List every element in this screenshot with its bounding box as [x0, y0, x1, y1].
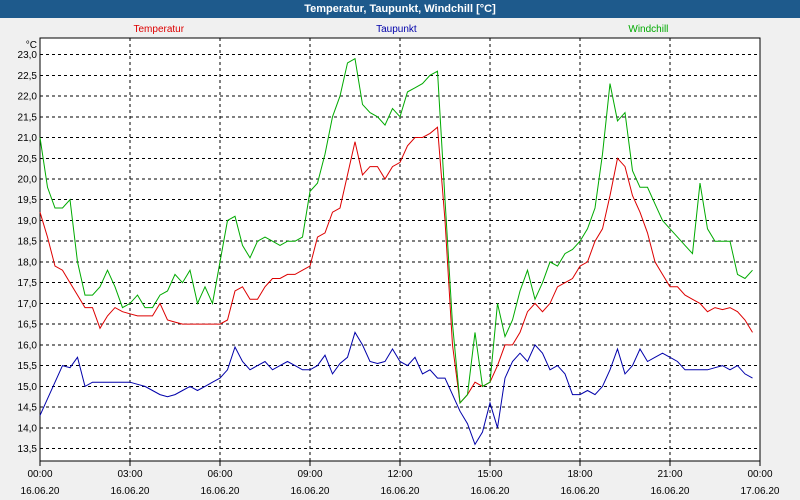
y-tick-label: 18,0 — [18, 257, 38, 268]
y-tick-label: 20,0 — [18, 175, 38, 186]
y-tick-label: 23,0 — [18, 50, 38, 61]
y-tick-label: 21,0 — [18, 133, 38, 144]
x-tick-time-label: 03:00 — [117, 469, 142, 480]
x-tick-date-label: 16.06.20 — [291, 486, 330, 497]
chart-title: Temperatur, Taupunkt, Windchill [°C] — [0, 0, 800, 18]
y-tick-label: 19,5 — [18, 195, 38, 206]
y-tick-label: 19,0 — [18, 216, 38, 227]
y-tick-label: 17,5 — [18, 278, 38, 289]
x-tick-time-label: 21:00 — [657, 469, 682, 480]
x-tick-date-label: 16.06.20 — [561, 486, 600, 497]
x-tick-date-label: 16.06.20 — [21, 486, 60, 497]
legend-label-taupunkt: Taupunkt — [376, 24, 417, 35]
y-tick-label: 22,5 — [18, 71, 38, 82]
y-tick-label: 15,5 — [18, 361, 38, 372]
x-tick-time-label: 09:00 — [297, 469, 322, 480]
legend-label-windchill: Windchill — [628, 24, 668, 35]
x-tick-time-label: 06:00 — [207, 469, 232, 480]
x-tick-date-label: 16.06.20 — [201, 486, 240, 497]
y-tick-label: 22,0 — [18, 92, 38, 103]
y-axis-label: °C — [26, 40, 37, 51]
y-tick-label: 21,5 — [18, 112, 38, 123]
x-tick-date-label: 16.06.20 — [381, 486, 420, 497]
y-tick-label: 17,0 — [18, 299, 38, 310]
x-tick-date-label: 16.06.20 — [111, 486, 150, 497]
y-tick-label: 14,0 — [18, 423, 38, 434]
x-tick-time-label: 18:00 — [567, 469, 592, 480]
x-tick-date-label: 16.06.20 — [471, 486, 510, 497]
chart-canvas: 13,5 14,0 14,5 15,0 15,5 16,0 16,5 17,0 17,5 18,0… — [18, 24, 780, 497]
y-tick-label: 13,5 — [18, 444, 38, 455]
x-tick-date-label: 16.06.20 — [651, 486, 690, 497]
x-tick-time-label: 12:00 — [387, 469, 412, 480]
y-tick-label: 14,5 — [18, 403, 38, 414]
y-tick-label: 18,5 — [18, 237, 38, 248]
x-tick-time-label: 00:00 — [747, 469, 772, 480]
x-tick-time-label: 15:00 — [477, 469, 502, 480]
x-tick-time-label: 00:00 — [27, 469, 52, 480]
y-tick-label: 20,5 — [18, 154, 38, 165]
x-tick-date-label: 17.06.20 — [741, 486, 780, 497]
y-tick-label: 15,0 — [18, 382, 38, 393]
y-tick-label: 16,0 — [18, 340, 38, 351]
legend-label-temperatur: Temperatur — [134, 24, 185, 35]
y-tick-label: 16,5 — [18, 320, 38, 331]
